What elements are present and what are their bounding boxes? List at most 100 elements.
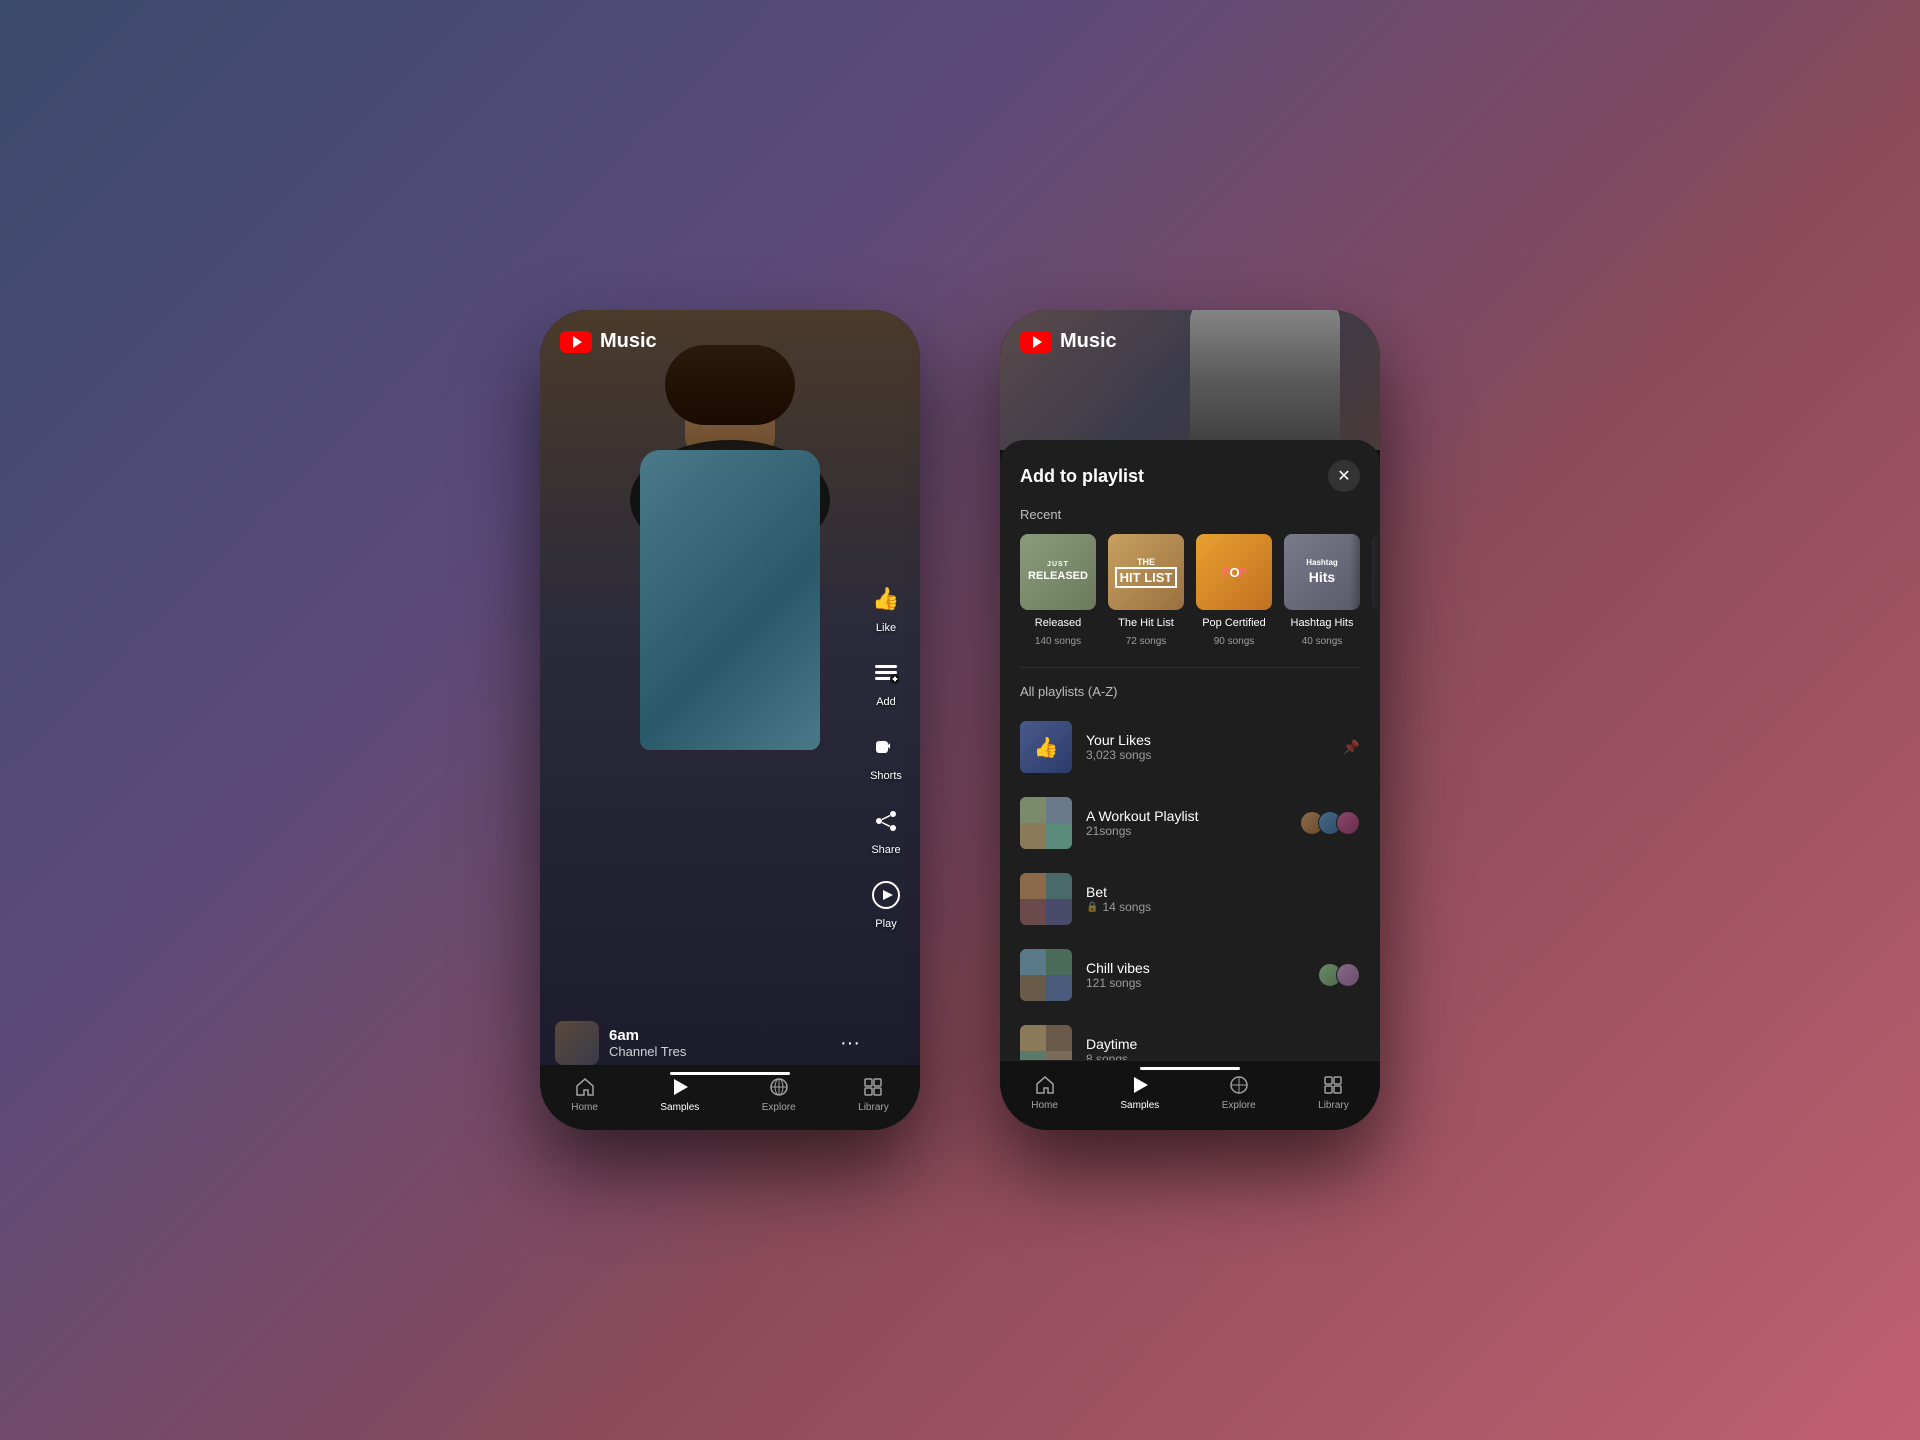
share-action[interactable]: Share	[867, 802, 905, 856]
pop-label: Pop Certified	[1202, 616, 1266, 630]
nav-library[interactable]: Library	[858, 1075, 889, 1113]
playlist-chill-vibes[interactable]: Chill vibes 121 songs	[1020, 939, 1360, 1011]
released-count: 140 songs	[1035, 636, 1081, 647]
nav-explore-label: Explore	[762, 1102, 796, 1113]
chill-avatar-2	[1336, 963, 1360, 987]
like-label: Like	[876, 622, 896, 634]
add-icon	[867, 654, 905, 692]
workout-thumb	[1020, 797, 1072, 849]
chill-vibes-info: Chill vibes 121 songs	[1086, 960, 1304, 990]
all-playlists-label: All playlists (A-Z)	[1000, 684, 1380, 711]
right-bottom-nav: Home Samples Explore	[1000, 1060, 1380, 1130]
shorts-icon	[867, 728, 905, 766]
nav-home[interactable]: Home	[571, 1075, 598, 1113]
released-thumb-bg: JUST RELEASED	[1020, 534, 1096, 610]
likes-thumb-bg: 👍	[1020, 721, 1072, 773]
chill-vibes-name: Chill vibes	[1086, 960, 1304, 976]
hitlist-label: The Hit List	[1118, 616, 1174, 630]
bottom-nav: Home Samples Explore	[540, 1065, 920, 1130]
recent-playlist-pop[interactable]: POP Pop Certified 90 songs	[1196, 534, 1272, 647]
samples-icon	[668, 1075, 692, 1099]
your-likes-info: Your Likes 3,023 songs	[1086, 732, 1329, 762]
youtube-music-logo	[560, 331, 592, 353]
play-label: Play	[875, 918, 896, 930]
modal-sheet: Add to playlist ✕ Recent JUST RELEASED	[1000, 440, 1380, 1130]
workout-count: 21songs	[1086, 824, 1286, 838]
right-header-logo: Music	[1020, 330, 1117, 353]
nav-samples-label: Samples	[660, 1102, 699, 1113]
app-title: Music	[600, 330, 657, 353]
nav-home-label: Home	[571, 1102, 598, 1113]
released-thumb: JUST RELEASED	[1020, 534, 1096, 610]
modal-header: Add to playlist ✕	[1000, 440, 1380, 507]
nav-samples[interactable]: Samples	[660, 1075, 699, 1113]
bet-name: Bet	[1086, 884, 1360, 900]
sunglasses	[695, 405, 765, 423]
hashtag-thumb-bg: Hashtag Hits	[1284, 534, 1360, 610]
workout-info: A Workout Playlist 21songs	[1086, 808, 1286, 838]
header-person	[1190, 310, 1340, 450]
avatar-3	[1336, 811, 1360, 835]
daytime-name: Daytime	[1086, 1036, 1360, 1052]
pop-thumb-bg: POP	[1196, 534, 1272, 610]
hitlist-count: 72 songs	[1126, 636, 1167, 647]
chill-vibes-count: 121 songs	[1086, 976, 1304, 990]
playlist-your-likes[interactable]: 👍 Your Likes 3,023 songs 📌	[1020, 711, 1360, 783]
like-action[interactable]: 👍 Like	[867, 580, 905, 634]
video-background	[540, 310, 920, 1130]
close-button[interactable]: ✕	[1328, 460, 1360, 492]
recent-playlist-hitlist[interactable]: THE HIT LIST The Hit List 72 songs	[1108, 534, 1184, 647]
right-home-icon	[1033, 1073, 1057, 1097]
recent-playlists-row: JUST RELEASED Released 140 songs	[1000, 534, 1380, 667]
library-icon	[861, 1075, 885, 1099]
playlist-bet[interactable]: Bet 🔒 14 songs	[1020, 863, 1360, 935]
nav-explore[interactable]: Explore	[762, 1075, 796, 1113]
right-nav-samples[interactable]: Samples	[1120, 1073, 1159, 1111]
song-artist: Channel Tres	[609, 1044, 830, 1059]
playlist-list: 👍 Your Likes 3,023 songs 📌	[1000, 711, 1380, 1087]
shorts-label: Shorts	[870, 770, 902, 782]
play-action[interactable]: Play	[867, 876, 905, 930]
hitlist-thumb-bg: THE HIT LIST	[1108, 534, 1184, 610]
add-label: Add	[876, 696, 896, 708]
song-text: 6am Channel Tres	[609, 1027, 830, 1059]
hashtag-label: Hashtag Hits	[1291, 616, 1354, 630]
recent-playlist-hashtag[interactable]: Hashtag Hits Hashtag Hits 40 songs	[1284, 534, 1360, 647]
hashtag-count: 40 songs	[1302, 636, 1343, 647]
more-options-button[interactable]: ···	[840, 1032, 860, 1055]
right-nav-home-label: Home	[1031, 1100, 1058, 1111]
figure-body	[640, 450, 820, 750]
hashtag-thumb: Hashtag Hits	[1284, 534, 1360, 610]
ytm-logo-right	[1020, 331, 1052, 353]
right-nav-explore[interactable]: Explore	[1222, 1073, 1256, 1111]
add-action[interactable]: Add	[867, 654, 905, 708]
like-icon: 👍	[867, 580, 905, 618]
chillvibes-thumb-bg	[1020, 949, 1072, 1001]
share-label: Share	[871, 844, 900, 856]
chill-avatars	[1318, 963, 1360, 987]
right-explore-icon	[1227, 1073, 1251, 1097]
your-likes-thumb: 👍	[1020, 721, 1072, 773]
released-label: Released	[1035, 616, 1081, 630]
shorts-action[interactable]: Shorts	[867, 728, 905, 782]
bet-thumb-bg	[1020, 873, 1072, 925]
right-nav-samples-label: Samples	[1120, 1100, 1159, 1111]
song-name: 6am	[609, 1027, 830, 1044]
nav-library-label: Library	[858, 1102, 889, 1113]
bet-count: 🔒 14 songs	[1086, 900, 1360, 914]
right-header-bg: Music	[1000, 310, 1380, 450]
scroll-hint	[1350, 534, 1380, 667]
pop-thumb: POP	[1196, 534, 1272, 610]
right-nav-library[interactable]: Library	[1318, 1073, 1349, 1111]
right-phone: Music Add to playlist ✕ Recent JUS	[1000, 310, 1380, 1130]
song-info-bar: 6am Channel Tres ···	[555, 1021, 860, 1065]
playlist-workout[interactable]: A Workout Playlist 21songs	[1020, 787, 1360, 859]
modal-title: Add to playlist	[1020, 466, 1144, 487]
right-nav-home[interactable]: Home	[1031, 1073, 1058, 1111]
header: Music	[560, 330, 657, 353]
bet-thumb	[1020, 873, 1072, 925]
recent-playlist-released[interactable]: JUST RELEASED Released 140 songs	[1020, 534, 1096, 647]
your-likes-count: 3,023 songs	[1086, 748, 1329, 762]
right-nav-explore-label: Explore	[1222, 1100, 1256, 1111]
your-likes-name: Your Likes	[1086, 732, 1329, 748]
